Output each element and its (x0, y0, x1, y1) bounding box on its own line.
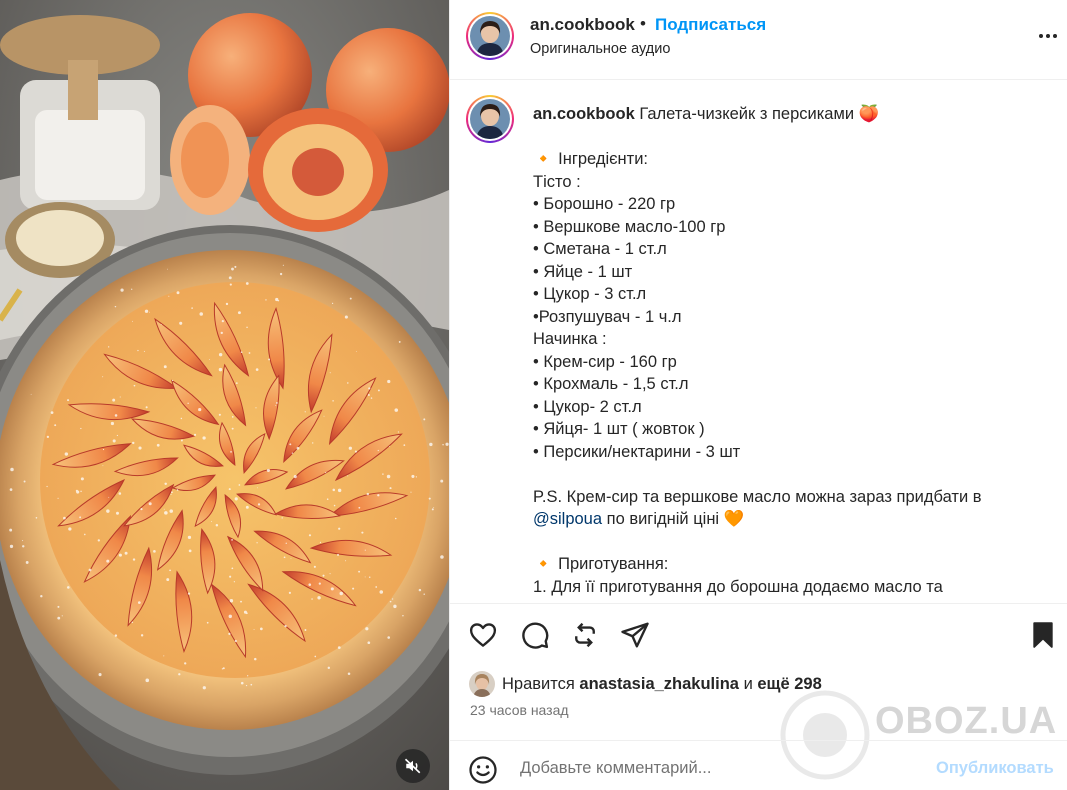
mention-suffix: по вигідній ціні 🧡 (602, 510, 745, 528)
caption-line: • Яйце - 1 шт (533, 262, 633, 281)
caption-text: an.cookbook Галета-чизкейк з персиками 🍑… (533, 103, 1033, 601)
follow-button[interactable]: Подписаться (655, 15, 766, 35)
liker-username[interactable]: anastasia_zhakulina (579, 675, 739, 693)
author-avatar[interactable] (466, 12, 514, 60)
comment-bar: Опубликовать (450, 740, 1067, 790)
caption-line: Начинка : (533, 330, 607, 348)
caption-line: P.S. Крем-сир та вершкове масло можна за… (533, 487, 982, 506)
heart-icon[interactable] (468, 620, 498, 650)
likes-prefix: Нравится (502, 675, 580, 693)
share-icon[interactable] (620, 620, 650, 650)
post-panel: an.cookbook • Подписаться Оригинальное а… (449, 0, 1067, 790)
caption-line: •Розпушувач - 1 ч.л (533, 307, 682, 326)
post-media[interactable] (0, 0, 449, 790)
repost-icon[interactable] (570, 620, 600, 650)
bookmark-icon[interactable] (1028, 620, 1058, 650)
comment-icon[interactable] (520, 620, 550, 650)
author-avatar-image (470, 16, 510, 56)
liker-avatar[interactable] (469, 671, 495, 697)
mute-button[interactable] (396, 749, 430, 783)
caption-line: • Вершкове масло-100 гр (533, 217, 726, 236)
caption-author-avatar[interactable] (466, 95, 514, 143)
caption-line: • Крем-сир - 160 гр (533, 352, 677, 371)
caption-scroll-area[interactable]: an.cookbook Галета-чизкейк з персиками 🍑… (450, 81, 1067, 601)
header-separator: • (640, 14, 646, 33)
emoji-icon[interactable] (468, 755, 498, 785)
caption-line: • Сметана - 1 ст.л (533, 240, 667, 258)
liker-avatar-image (469, 671, 495, 697)
caption-line: Тісто : (533, 172, 581, 191)
audio-label[interactable]: Оригинальное аудио (530, 41, 670, 57)
caption-title-line: an.cookbook Галета-чизкейк з персиками 🍑 (533, 103, 1033, 126)
caption-line: • Цукор - 3 ст.л (533, 285, 647, 303)
more-icon[interactable] (1036, 24, 1060, 48)
mention-link[interactable]: @silpoua (533, 510, 602, 528)
caption-line: • Борошно - 220 гр (533, 195, 676, 213)
action-bar (450, 604, 1067, 664)
caption-line: • Цукор- 2 ст.л (533, 397, 642, 416)
caption-title: Галета-чизкейк з персиками 🍑 (639, 105, 880, 123)
comment-input[interactable] (520, 754, 920, 782)
galette-photo (0, 0, 449, 790)
caption-username[interactable]: an.cookbook (533, 105, 635, 123)
muted-speaker-icon (404, 758, 421, 774)
likes-middle: и (738, 675, 758, 693)
publish-button[interactable]: Опубликовать (936, 759, 1054, 778)
caption-mention-line: @silpoua по вигідній ціні 🧡 (533, 508, 1033, 531)
post-timestamp[interactable]: 23 часов назад (470, 702, 569, 718)
caption-line: 🔸 Інгредієнти: (533, 150, 649, 168)
likes-summary: Нравится anastasia_zhakulina и ещё 298 (502, 675, 822, 694)
post-header: an.cookbook • Подписаться Оригинальное а… (450, 0, 1067, 80)
caption-line: • Яйця- 1 шт ( жовток ) (533, 420, 705, 438)
caption-line: 🔸 Приготування: (533, 555, 669, 573)
likes-others[interactable]: ещё 298 (757, 675, 821, 693)
caption-line: цукор та розтираємо в крихту. (533, 598, 1033, 601)
caption-avatar-image (470, 99, 510, 139)
caption-line: 1. Для її приготування до борошна додаєм… (533, 577, 943, 596)
watermark-text: OBOZ.UA (875, 700, 1058, 742)
author-username[interactable]: an.cookbook (530, 15, 635, 35)
caption-line: • Персики/нектарини - 3 шт (533, 442, 741, 461)
caption-line: • Крохмаль - 1,5 ст.л (533, 375, 689, 393)
